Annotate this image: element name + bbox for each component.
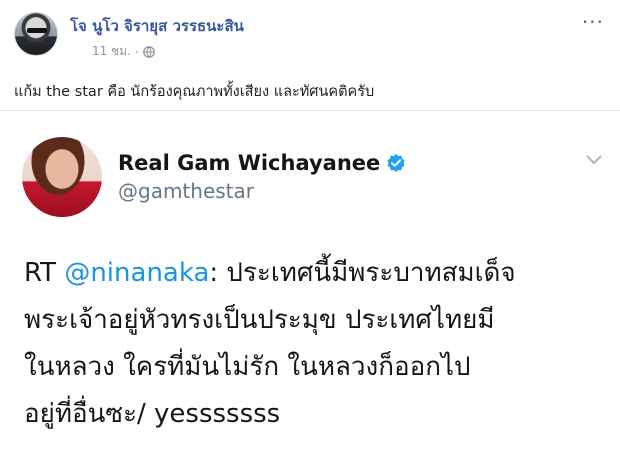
post-header: โจ นูโว จิรายุส วรรธนะสิน 11 ชม. · ···	[0, 0, 620, 64]
post-timestamp[interactable]: 11 ชม.	[92, 42, 131, 61]
tweet-line-4: อยู่ที่อื่นซะ/ yesssssss	[24, 399, 281, 429]
chevron-down-icon[interactable]	[586, 155, 602, 165]
meta-separator: ·	[134, 44, 139, 59]
tweet-line-3: ในหลวง ใครที่มันไม่รัก ในหลวงก็ออกไป	[24, 352, 471, 382]
tweet-body: RT @ninanaka: ประเทศนี้มีพระบาทสมเด็จ พร…	[24, 250, 614, 438]
post-meta: 11 ชม. ·	[92, 42, 155, 61]
tweet-rt-prefix: RT	[24, 258, 65, 288]
tweet-line-1-rest: : ประเทศนี้มีพระบาทสมเด็จ	[209, 258, 516, 288]
tweet-display-name: Real Gam Wichayanee	[118, 151, 381, 175]
verified-badge-icon	[387, 154, 405, 172]
tweet-mention-link[interactable]: @ninanaka	[64, 258, 209, 288]
author-name-link[interactable]: โจ นูโว จิรายุส วรรธนะสิน	[70, 14, 244, 38]
post-text: แก้ม the star คือ นักร้องคุณภาพทั้งเสียง…	[14, 84, 375, 100]
tweet-display-name-row[interactable]: Real Gam Wichayanee	[118, 151, 406, 175]
tweet-author-avatar[interactable]	[22, 137, 102, 217]
avatar-glasses	[27, 28, 47, 33]
tweet-handle[interactable]: @gamthestar	[118, 179, 254, 203]
embedded-tweet-card[interactable]: Real Gam Wichayanee @gamthestar RT @nina…	[0, 111, 620, 459]
globe-icon[interactable]	[142, 45, 155, 58]
tweet-line-1: RT @ninanaka: ประเทศนี้มีพระบาทสมเด็จ	[24, 250, 614, 297]
tweet-line-2: พระเจ้าอยู่หัวทรงเป็นประมุข ประเทศไทยมี	[24, 305, 495, 335]
author-avatar[interactable]	[14, 12, 58, 56]
more-icon[interactable]: ···	[582, 12, 604, 32]
